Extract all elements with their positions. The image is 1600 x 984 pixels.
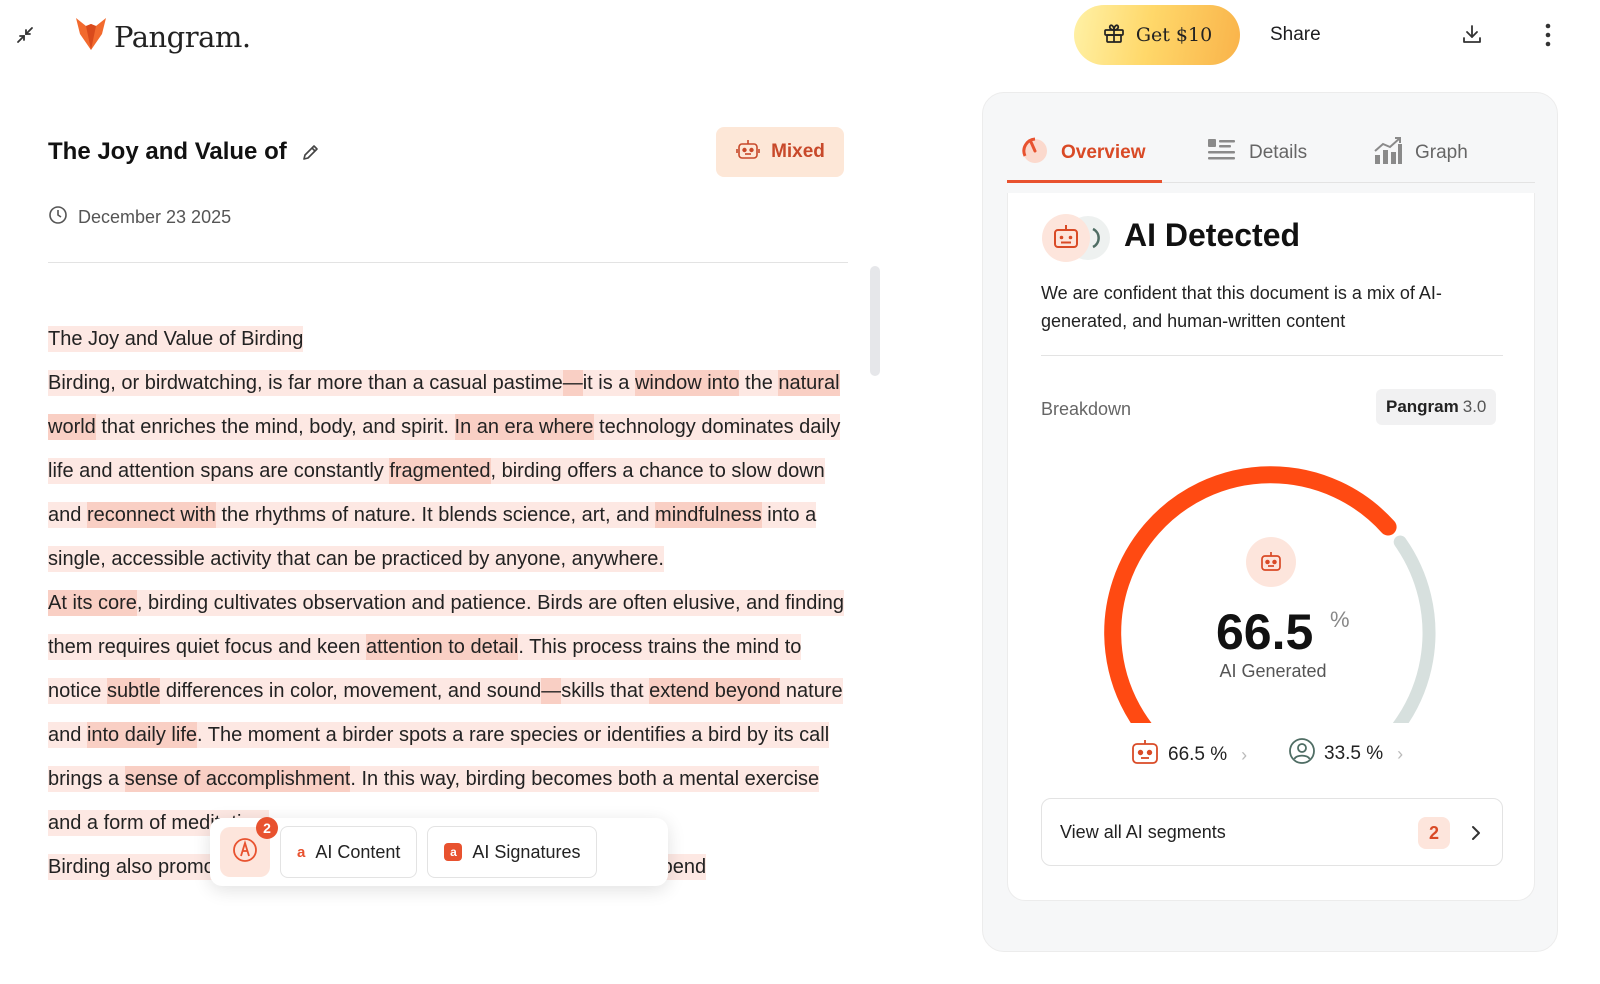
tab-details-label: Details [1249, 142, 1308, 163]
ai-content-highlight: that enriches the mind, body, and spirit… [95, 414, 455, 440]
document-bottom-fade [0, 938, 980, 984]
ai-content-highlight: it is a [582, 370, 635, 396]
document-paragraph: At its core, birding cultivates observat… [48, 581, 848, 845]
floating-toolbar: 2 a AI Content a AI Signatures [210, 817, 668, 886]
ai-signature-highlight[interactable]: reconnect with [86, 502, 216, 528]
ai-signature-highlight[interactable]: window into [634, 370, 740, 396]
app-header: Pangram. Get $10 Share [0, 0, 1600, 72]
notification-badge: 2 [256, 817, 278, 839]
document-date-row: December 23 2025 [48, 205, 231, 230]
get-10-label: Get $10 [1135, 24, 1213, 46]
result-title: AI Detected [1124, 217, 1301, 253]
ai-stat-value: 66.5 % [1168, 744, 1228, 765]
model-version-tag: Pangram 3.0 [1376, 389, 1497, 425]
ai-signature-highlight[interactable]: sense of accomplishment [124, 766, 351, 792]
ai-gauge [1104, 466, 1436, 723]
document-title-row: The Joy and Value of [48, 138, 321, 166]
segments-count-badge: 2 [1418, 817, 1450, 849]
ai-signatures-icon: a [444, 843, 463, 861]
ai-content-highlight: The Joy and Value of Birding [48, 326, 304, 352]
get-10-button[interactable]: Get $10 [1074, 5, 1240, 65]
tab-graph[interactable]: Graph [1373, 123, 1468, 183]
ai-signature-highlight[interactable]: subtle [106, 678, 161, 704]
gauge-unit: % [1330, 607, 1350, 632]
gauge-label: AI Generated [1219, 661, 1327, 681]
ai-signature-highlight[interactable]: At its core [48, 590, 137, 616]
ai-content-highlight: differences in color, movement, and soun… [160, 678, 542, 704]
ai-content-highlight: the rhythms of nature. It blends science… [215, 502, 656, 528]
document-scrollbar[interactable] [870, 266, 880, 376]
gift-icon [1102, 21, 1126, 50]
document-title[interactable]: The Joy and Value of [48, 138, 287, 166]
document-body[interactable]: The Joy and Value of Birding Birding, or … [48, 317, 848, 889]
ai-content-highlight: the [739, 370, 779, 396]
list-icon [1207, 138, 1237, 168]
result-description: We are confident that this document is a… [1041, 283, 1442, 331]
gauge-robot-icon [1246, 537, 1296, 587]
pencil-icon[interactable] [301, 142, 321, 162]
document-divider [48, 262, 848, 263]
card-divider [1041, 355, 1503, 356]
document-date: December 23 2025 [78, 207, 232, 227]
mixed-badge: Mixed [716, 127, 844, 177]
breakdown-label: Breakdown [1041, 399, 1132, 419]
ai-signature-highlight[interactable]: — [541, 678, 562, 704]
view-ai-segments-label: View all AI segments [1060, 821, 1226, 842]
ai-signatures-chip[interactable]: a AI Signatures [427, 826, 598, 878]
model-version: 3.0 [1462, 397, 1487, 416]
chevron-right-icon [1466, 819, 1486, 847]
view-ai-segments-button[interactable]: View all AI segments 2 [1041, 798, 1503, 866]
ai-signature-highlight[interactable]: fragmented [389, 458, 491, 484]
ai-content-highlight: skills that [561, 678, 650, 704]
ai-signatures-label: AI Signatures [472, 841, 581, 862]
results-panel: Overview Details Graph AI Detected We ar… [982, 92, 1558, 952]
robot-icon [735, 137, 761, 168]
more-options-icon[interactable] [1538, 20, 1558, 50]
overview-card: AI Detected We are confident that this d… [1007, 193, 1535, 901]
ai-content-chip[interactable]: a AI Content [280, 826, 418, 878]
pangram-logo[interactable]: Pangram. [74, 16, 251, 57]
mixed-badge-label: Mixed [771, 141, 825, 162]
gauge-human-arc [1392, 535, 1436, 723]
ai-signature-highlight[interactable]: into daily life [86, 722, 197, 748]
tab-overview-label: Overview [1061, 142, 1146, 163]
gauge-value: 66.5 [1216, 604, 1314, 660]
ai-signature-highlight[interactable]: — [562, 370, 583, 396]
robot-icon [1130, 737, 1160, 773]
panel-tabs: Overview Details Graph [1007, 123, 1535, 183]
ai-signature-highlight[interactable]: extend beyond [649, 678, 781, 704]
document-paragraph: Birding, or birdwatching, is far more th… [48, 361, 848, 581]
chart-icon [1373, 135, 1403, 171]
collapse-icon[interactable] [14, 24, 36, 46]
signature-icon [231, 836, 259, 869]
gauge-icon [1021, 136, 1049, 170]
document-paragraph: The Joy and Value of Birding [48, 317, 848, 361]
ai-content-label: AI Content [315, 841, 401, 862]
fox-logo-icon [74, 16, 108, 57]
logo-text: Pangram. [114, 19, 251, 54]
download-icon[interactable] [1460, 22, 1486, 48]
tab-graph-label: Graph [1415, 142, 1468, 163]
active-tab-indicator [1007, 180, 1162, 183]
chevron-right-icon: › [1397, 743, 1404, 764]
ai-content-icon: a [297, 843, 306, 861]
ai-signature-highlight[interactable]: In an era where [454, 414, 594, 440]
share-button[interactable]: Share [1270, 20, 1321, 50]
human-stat-link[interactable]: 33.5 % › [1288, 737, 1403, 771]
chevron-right-icon: › [1241, 744, 1248, 765]
human-stat-value: 33.5 % [1324, 743, 1384, 764]
result-icons [1041, 213, 1121, 263]
gauge-ai-arc [1104, 466, 1397, 723]
ai-signature-highlight[interactable]: mindfulness [655, 502, 762, 528]
ai-stat-link[interactable]: 66.5 % › [1130, 737, 1247, 773]
human-icon [1288, 737, 1316, 771]
ai-signature-highlight[interactable]: attention to detail [365, 634, 519, 660]
ai-signature-toggle[interactable]: 2 [220, 817, 278, 877]
tab-overview[interactable]: Overview [1021, 123, 1146, 183]
ai-content-highlight: Birding, or birdwatching, is far more th… [48, 370, 563, 396]
clock-icon [48, 205, 68, 230]
model-name: Pangram [1386, 397, 1459, 416]
tab-details[interactable]: Details [1207, 123, 1307, 183]
